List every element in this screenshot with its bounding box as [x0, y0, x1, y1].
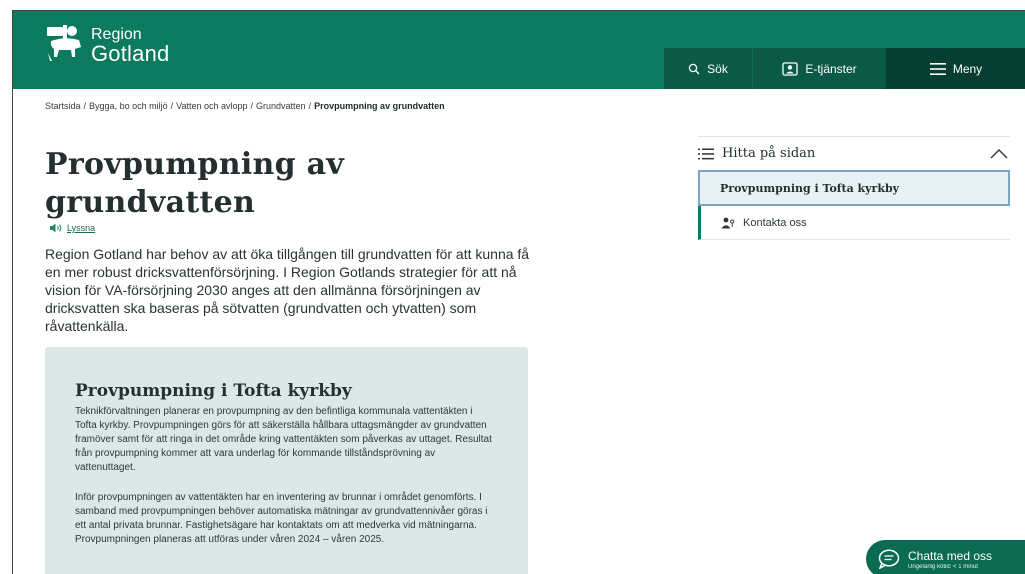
search-icon [688, 63, 700, 74]
breadcrumb: Startsida / Bygga, bo och miljö / Vatten och… [45, 101, 445, 111]
menu-button-label: Meny [952, 61, 983, 76]
page-frame: Region Gotland Sök E-tjänster Meny Start… [12, 10, 1025, 574]
breadcrumb-link-startsida[interactable]: Startsida [45, 101, 81, 111]
listen-label: Lyssna [67, 223, 96, 233]
site-header: Region Gotland Sök E-tjänster Meny [13, 11, 1025, 89]
chat-label: Chatta med oss [908, 548, 993, 563]
breadcrumb-current: Provpumpning av grundvatten [314, 101, 445, 111]
breadcrumb-separator: / [250, 101, 254, 111]
chat-text: Chatta med oss Ungefärlig kötid: < 1 min… [908, 549, 992, 570]
breadcrumb-separator: / [83, 101, 87, 111]
breadcrumb-link-grundvatten[interactable]: Grundvatten [256, 101, 306, 111]
eservices-button-label: E-tjänster [805, 61, 857, 76]
breadcrumb-link-vatten[interactable]: Vatten och avlopp [176, 101, 247, 111]
header-nav: Sök E-tjänster Meny [664, 48, 1025, 89]
intro-paragraph: Region Gotland har behov av att öka till… [45, 246, 530, 334]
breadcrumb-separator: / [170, 101, 174, 111]
toc-heading: Hitta på sidan [722, 146, 816, 161]
contact-person-icon [721, 217, 735, 228]
hamburger-icon [929, 62, 946, 75]
card-paragraph-2: Inför provpumpningen av vattentäkten har… [75, 492, 488, 545]
user-card-icon [782, 61, 798, 76]
card-paragraph-1: Teknikförvaltningen planerar en provpump… [75, 406, 492, 473]
list-icon [698, 148, 714, 159]
eservices-button[interactable]: E-tjänster [752, 48, 886, 89]
region-gotland-logo[interactable]: Region Gotland [45, 23, 169, 65]
toc-item-tofta[interactable]: Provpumpning i Tofta kyrkby [698, 170, 1010, 206]
logo-gotland: Gotland [91, 41, 170, 66]
speaker-icon [50, 223, 62, 233]
search-button-label: Sök [707, 61, 728, 76]
chevron-up-icon [990, 148, 1008, 158]
search-button[interactable]: Sök [664, 48, 752, 89]
breadcrumb-link-bygga[interactable]: Bygga, bo och miljö [89, 101, 168, 111]
breadcrumb-separator: / [308, 101, 312, 111]
chat-button[interactable]: Chatta med oss Ungefärlig kötid: < 1 min… [866, 540, 1025, 574]
toc-toggle[interactable]: Hitta på sidan [698, 136, 1010, 170]
toc-item-contact[interactable]: Kontakta oss [698, 206, 1010, 240]
chat-queue-time: Ungefärlig kötid: < 1 minut [908, 563, 978, 570]
toc-contact-label: Kontakta oss [743, 216, 807, 229]
find-on-page: Hitta på sidan Provpumpning i Tofta kyrk… [698, 136, 1010, 240]
info-card: Provpumpning i Tofta kyrkby Teknikförval… [45, 347, 528, 574]
menu-button[interactable]: Meny [886, 48, 1025, 89]
page-title: Provpumpning av grundvatten [45, 147, 345, 220]
chat-bubble-icon [878, 549, 900, 569]
logo-text: Region Gotland [91, 23, 169, 65]
card-title: Provpumpning i Tofta kyrkby [75, 381, 352, 401]
ram-logo-icon [47, 25, 81, 61]
listen-button[interactable]: Lyssna [49, 223, 95, 233]
